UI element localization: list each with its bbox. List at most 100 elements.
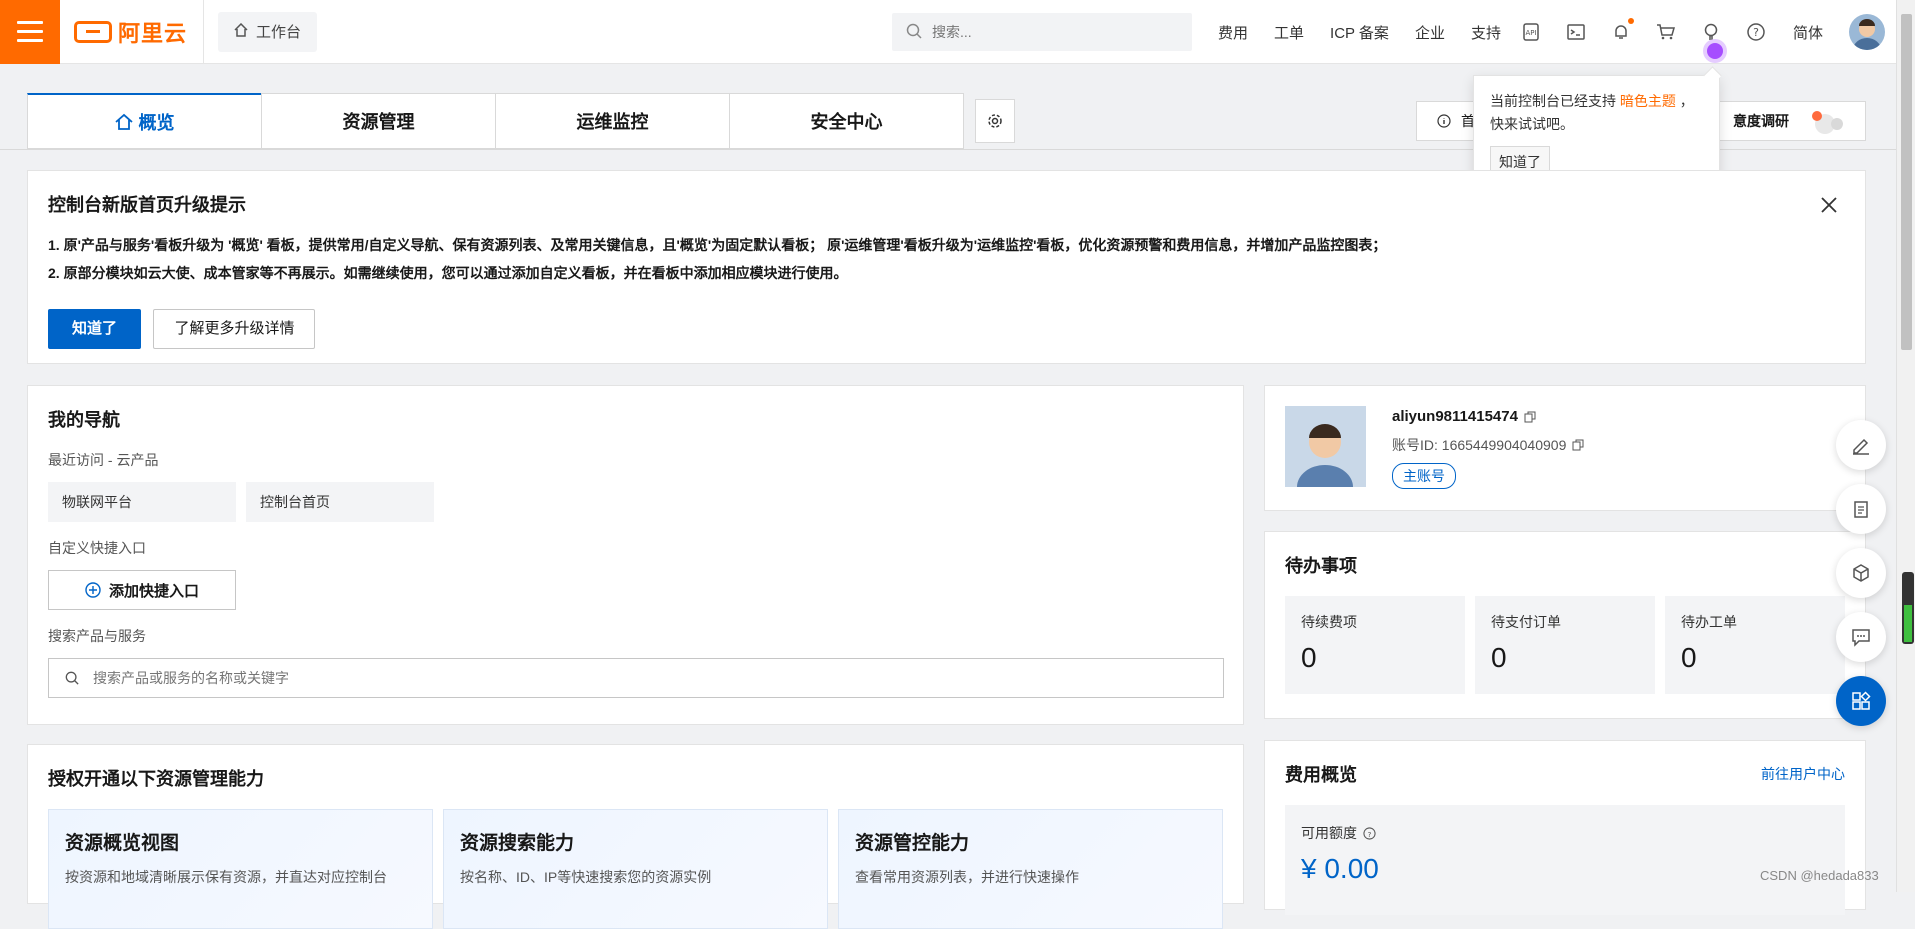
account-panel: aliyun9811415474 账号ID: 1665449904040909 …: [1264, 385, 1866, 511]
notice-line-2: 2. 原部分模块如云大使、成本管家等不再展示。如需继续使用，您可以通过添加自定义…: [48, 265, 848, 281]
dark-theme-link[interactable]: 暗色主题: [1620, 93, 1676, 109]
todo-value: 0: [1491, 642, 1507, 673]
language-switch[interactable]: 简体: [1793, 22, 1823, 43]
info-icon: [1437, 114, 1451, 128]
workbench-button[interactable]: 工作台: [218, 11, 318, 52]
account-id-row: 账号ID: 1665449904040909: [1392, 435, 1584, 455]
plus-circle-icon: [85, 582, 101, 598]
todo-value: 0: [1301, 642, 1317, 673]
search-icon: [906, 23, 922, 42]
todo-tickets[interactable]: 待办工单 0: [1665, 596, 1845, 694]
account-type-badge: 主账号: [1392, 463, 1456, 489]
resource-overview-card[interactable]: 资源概览视图 按资源和地域清晰展示保有资源，并直达对应控制台: [48, 809, 433, 929]
my-navigation-title: 我的导航: [48, 410, 120, 430]
chat-icon[interactable]: [1836, 612, 1886, 662]
add-shortcut-button[interactable]: 添加快捷入口: [48, 570, 236, 610]
account-avatar: [1285, 406, 1366, 487]
svg-text:?: ?: [1753, 26, 1759, 39]
edit-icon[interactable]: [1836, 420, 1886, 470]
nav-icp[interactable]: ICP 备案: [1330, 22, 1389, 43]
watermark: CSDN @hedada833: [1760, 868, 1879, 883]
recent-item-iot[interactable]: 物联网平台: [48, 482, 236, 522]
recent-item-console-home[interactable]: 控制台首页: [246, 482, 434, 522]
account-name-row: aliyun9811415474: [1392, 408, 1584, 425]
resource-control-card[interactable]: 资源管控能力 查看常用资源列表，并进行快速操作: [838, 809, 1223, 929]
nav-enterprise[interactable]: 企业: [1415, 22, 1445, 43]
todo-unpaid-orders[interactable]: 待支付订单 0: [1475, 596, 1655, 694]
cart-icon[interactable]: [1655, 21, 1677, 43]
copy-icon[interactable]: [1524, 411, 1536, 423]
api-icon[interactable]: API: [1520, 21, 1542, 43]
global-search-input[interactable]: [932, 24, 1152, 40]
level-meter-fill: [1904, 604, 1912, 642]
todo-title: 待办事项: [1285, 556, 1357, 576]
tab-overview[interactable]: 概览: [27, 93, 262, 149]
tab-security-label: 安全中心: [810, 112, 883, 132]
notification-dot: [1628, 18, 1634, 24]
tab-monitoring[interactable]: 运维监控: [495, 93, 730, 149]
apps-icon[interactable]: [1836, 676, 1886, 726]
help-icon[interactable]: ?: [1363, 826, 1376, 840]
nav-ticket[interactable]: 工单: [1274, 22, 1304, 43]
tab-settings-button[interactable]: [975, 99, 1015, 143]
aliyun-logo[interactable]: 阿里云: [74, 0, 205, 64]
page-scrollbar[interactable]: [1896, 0, 1915, 892]
fee-title: 费用概览: [1285, 765, 1357, 785]
bell-icon[interactable]: [1610, 18, 1634, 43]
logo-text: 阿里云: [118, 20, 188, 46]
card-title: 资源概览视图: [65, 833, 180, 854]
authorization-panel: 授权开通以下资源管理能力 资源概览视图 按资源和地域清晰展示保有资源，并直达对应…: [27, 744, 1244, 929]
available-credit-box: 可用额度 ? ¥ 0.00: [1285, 805, 1845, 915]
resource-search-card[interactable]: 资源搜索能力 按名称、ID、IP等快速搜索您的资源实例: [443, 809, 828, 929]
todo-label: 待办工单: [1681, 614, 1737, 630]
top-nav: 费用 工单 ICP 备案 企业 支持: [1218, 0, 1501, 64]
tab-overview-label: 概览: [138, 112, 175, 133]
scrollbar-thumb[interactable]: [1901, 14, 1912, 350]
logo-mark-icon: [74, 20, 112, 43]
notice-more-button[interactable]: 了解更多升级详情: [153, 309, 316, 349]
card-title: 资源搜索能力: [460, 833, 575, 854]
card-desc: 查看常用资源列表，并进行快速操作: [855, 869, 1079, 885]
dashboard-tabs: 概览 资源管理 运维监控 安全中心: [27, 93, 1015, 149]
cube-icon[interactable]: [1836, 548, 1886, 598]
todo-label: 待续费项: [1301, 614, 1357, 630]
service-search-input[interactable]: [93, 670, 1093, 686]
nav-fee[interactable]: 费用: [1218, 22, 1248, 43]
available-label: 可用额度: [1301, 825, 1357, 841]
todo-panel: 待办事项 待续费项 0 待支付订单 0 待办工单 0: [1264, 531, 1866, 719]
terminal-icon[interactable]: [1565, 21, 1587, 43]
user-center-link[interactable]: 前往用户中心: [1761, 764, 1845, 784]
notice-line-1: 1. 原'产品与服务'看板升级为 '概览' 看板，提供常用/自定义导航、保有资源…: [48, 237, 1387, 253]
nav-support[interactable]: 支持: [1471, 22, 1501, 43]
service-search-label: 搜索产品与服务: [48, 628, 146, 644]
card-title: 资源管控能力: [855, 833, 970, 854]
level-meter: [1902, 572, 1914, 644]
notice-confirm-button[interactable]: 知道了: [48, 309, 142, 349]
lightbulb-icon[interactable]: [1700, 21, 1722, 43]
close-icon[interactable]: [1819, 195, 1839, 215]
side-toolbar: [1836, 420, 1886, 726]
search-icon: [65, 671, 79, 685]
recent-label: 最近访问 - 云产品: [48, 452, 159, 468]
menu-icon[interactable]: [0, 0, 60, 64]
account-username: aliyun9811415474: [1392, 408, 1518, 425]
mascot-icon: [1807, 106, 1851, 138]
user-avatar[interactable]: [1849, 14, 1885, 50]
todo-renewal[interactable]: 待续费项 0: [1285, 596, 1465, 694]
help-icon[interactable]: ?: [1745, 21, 1767, 43]
global-search[interactable]: [892, 13, 1192, 51]
workbench-label: 工作台: [256, 24, 302, 41]
notice-title: 控制台新版首页升级提示: [48, 195, 246, 215]
todo-value: 0: [1681, 642, 1697, 673]
tab-security[interactable]: 安全中心: [729, 93, 964, 149]
add-shortcut-label: 添加快捷入口: [108, 582, 199, 600]
card-desc: 按名称、ID、IP等快速搜索您的资源实例: [460, 869, 712, 885]
home-icon: [114, 113, 133, 131]
tab-resources[interactable]: 资源管理: [261, 93, 496, 149]
clipboard-icon[interactable]: [1836, 484, 1886, 534]
copy-icon[interactable]: [1572, 439, 1584, 451]
todo-label: 待支付订单: [1491, 614, 1561, 630]
service-search-box[interactable]: [48, 658, 1224, 698]
card-desc: 按资源和地域清晰展示保有资源，并直达对应控制台: [65, 869, 387, 885]
home-icon: [234, 22, 248, 41]
